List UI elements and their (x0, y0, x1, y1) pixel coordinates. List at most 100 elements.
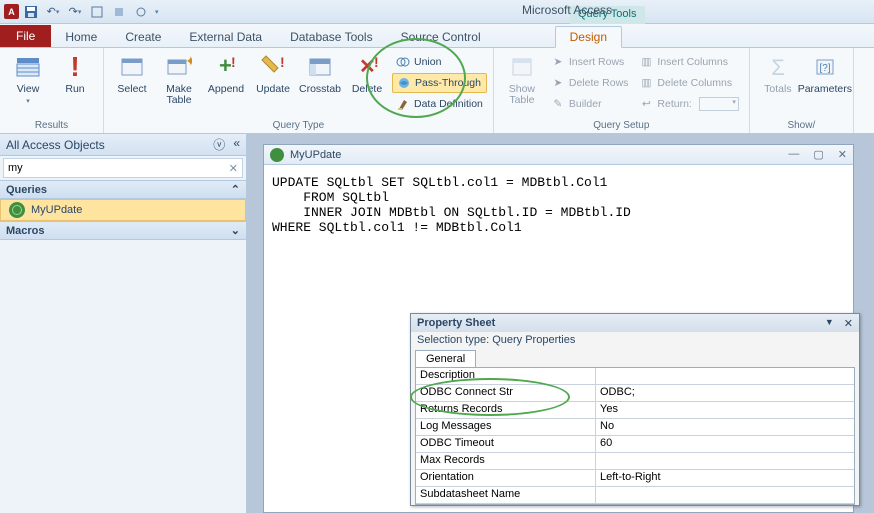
qat-icon-3[interactable] (133, 4, 149, 20)
group-results: View ▾ ! Run Results (0, 48, 104, 133)
tab-database-tools[interactable]: Database Tools (276, 27, 387, 47)
prop-row: Subdatasheet Name (416, 487, 854, 504)
clear-search-icon[interactable]: ✕ (229, 162, 238, 175)
prop-row: Log MessagesNo (416, 419, 854, 436)
tab-design[interactable]: Design (555, 26, 622, 48)
group-query-type: Select ✦Make Table +!Append !Update Cros… (104, 48, 494, 133)
qat-customize-icon[interactable]: ▾ (155, 8, 159, 16)
builder-button[interactable]: ✎Builder (547, 94, 633, 114)
view-label: View (17, 84, 40, 95)
parameters-button[interactable]: [?]Parameters (803, 50, 847, 95)
property-sheet-title[interactable]: Property Sheet ▼✕ (411, 314, 859, 332)
pass-through-icon (397, 76, 411, 90)
svg-text:!: ! (280, 54, 285, 70)
redo-icon[interactable]: ↷▾ (67, 4, 83, 20)
make-table-button[interactable]: ✦Make Table (157, 50, 201, 106)
chevron-up-icon: ⌃ (231, 183, 240, 196)
delete-icon: ✕! (352, 52, 382, 82)
nav-collapse-icon[interactable]: « (233, 136, 240, 153)
append-icon: +! (211, 52, 241, 82)
run-label: Run (65, 84, 84, 95)
context-tab-querytools: Query Tools (570, 6, 645, 24)
view-button[interactable]: View ▾ (6, 50, 50, 105)
close-icon[interactable]: ✕ (838, 148, 847, 161)
document-titlebar: MyUPdate — ▢ ✕ (264, 145, 853, 165)
crosstab-button[interactable]: Crosstab (298, 50, 342, 95)
pass-through-button[interactable]: Pass-Through (392, 73, 487, 93)
tab-source-control[interactable]: Source Control (387, 27, 495, 47)
return-button[interactable]: ↩Return:▾ (635, 94, 742, 114)
group-showhide-label: Show/ (756, 119, 847, 133)
svg-text:+: + (219, 53, 232, 78)
tab-create[interactable]: Create (111, 27, 175, 47)
globe-icon (270, 148, 284, 162)
nav-category-macros[interactable]: Macros⌄ (0, 221, 246, 240)
undo-icon[interactable]: ↶▾ (45, 4, 61, 20)
prop-row: Description (416, 368, 854, 385)
delete-rows-button[interactable]: ➤Delete Rows (547, 73, 633, 93)
nav-item-myupdate[interactable]: MyUPdate (0, 199, 246, 221)
group-query-setup-label: Query Setup (500, 119, 743, 133)
nav-header[interactable]: All Access Objects ⓥ« (0, 134, 246, 156)
tab-file[interactable]: File (0, 25, 51, 47)
union-button[interactable]: Union (392, 52, 487, 72)
builder-icon: ✎ (551, 97, 565, 111)
maximize-icon[interactable]: ▢ (813, 148, 823, 161)
chevron-down-icon: ⌄ (231, 224, 240, 237)
update-button[interactable]: !Update (251, 50, 295, 95)
property-tab-general[interactable]: General (415, 350, 476, 367)
sql-editor[interactable]: UPDATE SQLtbl SET SQLtbl.col1 = MDBtbl.C… (264, 165, 853, 245)
svg-text:!: ! (374, 54, 379, 70)
totals-button[interactable]: ΣTotals (756, 50, 800, 95)
group-query-setup: Show Table ➤Insert Rows ➤Delete Rows ✎Bu… (494, 48, 750, 133)
insert-rows-button[interactable]: ➤Insert Rows (547, 52, 633, 72)
app-icon: A (4, 4, 19, 19)
svg-text:!: ! (231, 54, 236, 70)
nav-search[interactable]: ✕ (3, 158, 243, 178)
pushpin-icon[interactable]: ▼ (825, 317, 834, 330)
save-icon[interactable] (23, 4, 39, 20)
prop-row: ODBC Timeout60 (416, 436, 854, 453)
tab-home[interactable]: Home (51, 27, 111, 47)
update-icon: ! (258, 52, 288, 82)
property-sheet-subtitle: Selection type: Query Properties (411, 332, 859, 348)
nav-dropdown-icon[interactable]: ⓥ (213, 136, 225, 153)
qat-icon-2[interactable] (111, 4, 127, 20)
minimize-icon[interactable]: — (788, 148, 799, 161)
view-icon (13, 52, 43, 82)
insert-columns-icon: ▥ (639, 55, 653, 69)
property-grid: Description ODBC Connect StrODBC; Return… (415, 367, 855, 505)
prop-row: Max Records (416, 453, 854, 470)
nav-search-input[interactable] (8, 162, 229, 174)
data-definition-button[interactable]: Data Definition (392, 94, 487, 114)
document-window: MyUPdate — ▢ ✕ UPDATE SQLtbl SET SQLtbl.… (263, 144, 854, 513)
parameters-icon: [?] (810, 52, 840, 82)
svg-text:✦: ✦ (185, 54, 192, 69)
nav-category-queries[interactable]: Queries⌃ (0, 180, 246, 199)
delete-columns-button[interactable]: ▥Delete Columns (635, 73, 742, 93)
close-icon[interactable]: ✕ (844, 317, 853, 330)
delete-button[interactable]: ✕!Delete (345, 50, 389, 95)
run-icon: ! (60, 52, 90, 82)
delete-columns-icon: ▥ (639, 76, 653, 90)
group-showhide: ΣTotals [?]Parameters Show/ (750, 48, 854, 133)
select-button[interactable]: Select (110, 50, 154, 95)
show-table-button[interactable]: Show Table (500, 50, 544, 106)
delete-rows-icon: ➤ (551, 76, 565, 90)
data-definition-icon (396, 97, 410, 111)
tab-external-data[interactable]: External Data (175, 27, 276, 47)
nav-item-label: MyUPdate (31, 204, 82, 216)
ribbon: View ▾ ! Run Results Select ✦Make Table … (0, 48, 874, 134)
svg-text:!: ! (70, 52, 79, 82)
run-button[interactable]: ! Run (53, 50, 97, 95)
qat-icon[interactable] (89, 4, 105, 20)
select-icon (117, 52, 147, 82)
prop-row: Returns RecordsYes (416, 402, 854, 419)
globe-icon (9, 202, 25, 218)
prop-row: ODBC Connect StrODBC; (416, 385, 854, 402)
append-button[interactable]: +!Append (204, 50, 248, 95)
union-icon (396, 55, 410, 69)
return-icon: ↩ (639, 97, 653, 111)
navigation-pane: All Access Objects ⓥ« ✕ Queries⌃ MyUPdat… (0, 134, 247, 513)
insert-columns-button[interactable]: ▥Insert Columns (635, 52, 742, 72)
